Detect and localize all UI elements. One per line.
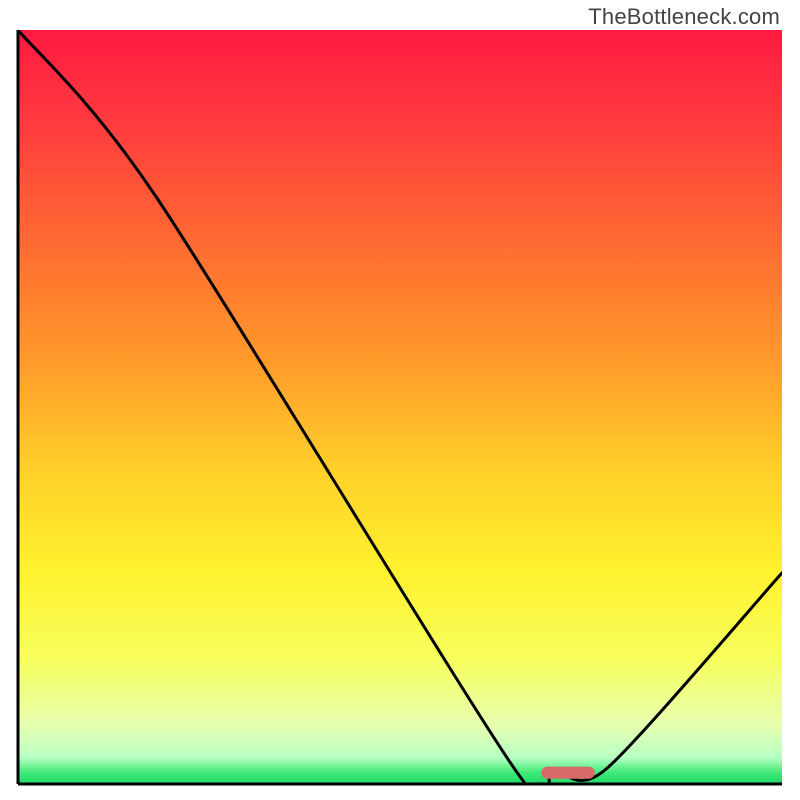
bottleneck-chart bbox=[0, 0, 800, 800]
optimum-marker bbox=[541, 767, 594, 779]
watermark-text: TheBottleneck.com bbox=[588, 4, 780, 30]
plot-background bbox=[18, 30, 782, 784]
chart-frame: TheBottleneck.com bbox=[0, 0, 800, 800]
